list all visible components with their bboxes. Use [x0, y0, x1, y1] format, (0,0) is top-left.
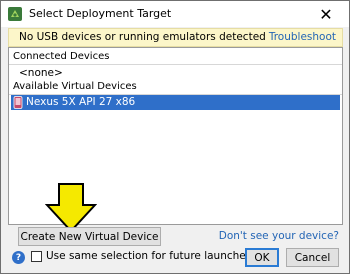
- help-icon[interactable]: ?: [12, 251, 25, 264]
- select-deployment-target-dialog: Select Deployment Target ✕ No USB device…: [0, 0, 350, 274]
- android-studio-icon: [8, 7, 22, 21]
- yellow-arrow-annotation: [45, 183, 97, 233]
- dialog-title: Select Deployment Target: [29, 7, 172, 20]
- available-virtual-devices-header: Available Virtual Devices: [13, 81, 137, 92]
- section-divider: [9, 64, 342, 65]
- cancel-button-label: Cancel: [294, 251, 331, 264]
- create-new-virtual-device-button[interactable]: Create New Virtual Device: [18, 227, 161, 246]
- future-launches-checkbox[interactable]: [31, 251, 42, 262]
- ok-button-label: OK: [254, 251, 270, 264]
- connected-devices-header: Connected Devices: [13, 51, 110, 62]
- close-icon: ✕: [319, 4, 333, 24]
- create-button-label: Create New Virtual Device: [20, 230, 159, 243]
- close-button[interactable]: ✕: [303, 1, 349, 27]
- title-bar: Select Deployment Target ✕: [1, 1, 349, 27]
- phone-icon: [13, 96, 23, 109]
- help-glyph: ?: [15, 252, 22, 263]
- connected-devices-empty-label: <none>: [19, 67, 63, 79]
- warning-message: No USB devices or running emulators dete…: [19, 31, 266, 43]
- future-launches-checkbox-label: Use same selection for future launches: [46, 250, 252, 262]
- device-item-label: Nexus 5X API 27 x86: [26, 96, 136, 108]
- cancel-button[interactable]: Cancel: [286, 248, 339, 267]
- no-devices-warning-bar: No USB devices or running emulators dete…: [8, 28, 343, 47]
- dont-see-your-device-link[interactable]: Don't see your device?: [219, 230, 339, 242]
- device-item-nexus-5x[interactable]: Nexus 5X API 27 x86: [11, 95, 340, 110]
- troubleshoot-link[interactable]: Troubleshoot: [269, 31, 336, 43]
- ok-button[interactable]: OK: [245, 248, 279, 267]
